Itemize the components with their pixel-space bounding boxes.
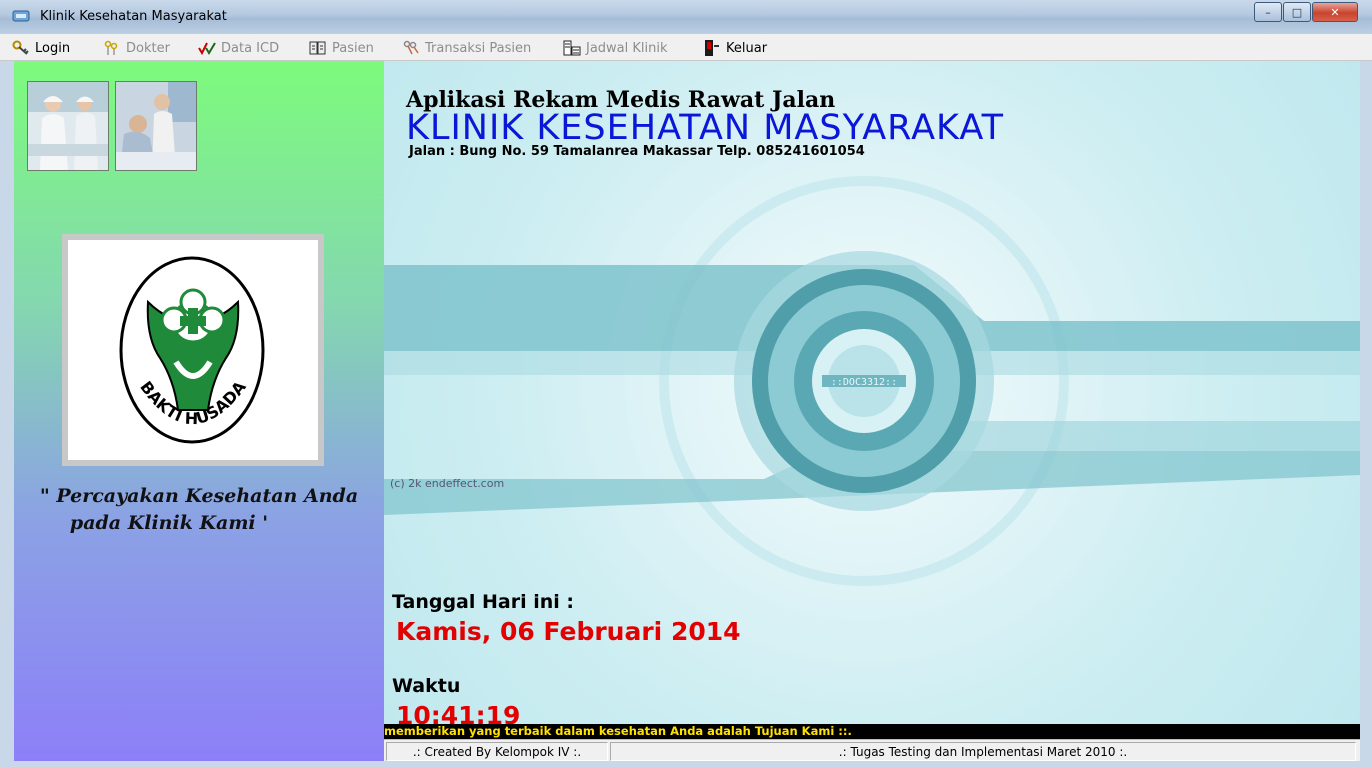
status-bar: .: Created By Kelompok IV :. .: Tugas Te… <box>384 739 1360 762</box>
wallpaper-credit: (c) 2k endeffect.com <box>390 477 505 490</box>
patient-photo <box>115 81 197 171</box>
status-panel-right: .: Tugas Testing dan Implementasi Maret … <box>610 742 1356 761</box>
menu-dokter[interactable]: Dokter <box>103 39 170 57</box>
menu-login-label: Login <box>35 40 71 56</box>
window-border-right <box>1360 61 1372 761</box>
date-value: Kamis, 06 Februari 2014 <box>396 617 741 646</box>
window-border-left <box>0 61 14 761</box>
logo-card: BAKTI HUSADA <box>62 234 324 466</box>
schedule-icon <box>563 40 581 56</box>
menu-transaksi-pasien-label: Transaksi Pasien <box>425 40 532 56</box>
menu-jadwal-klinik-label: Jadwal Klinik <box>586 40 668 56</box>
checkmarks-icon <box>198 42 216 56</box>
menu-pasien-label: Pasien <box>332 40 374 56</box>
bakti-husada-logo: BAKTI HUSADA <box>119 256 265 444</box>
book-icon <box>309 41 326 55</box>
main-panel: ::DOC3312:: Aplikasi Rekam Medis Rawat J… <box>384 61 1360 724</box>
svg-text:::DOC3312::: ::DOC3312:: <box>831 377 897 388</box>
menu-jadwal-klinik[interactable]: Jadwal Klinik <box>563 39 668 57</box>
menu-dokter-label: Dokter <box>126 40 170 56</box>
nurse-photo <box>27 81 109 171</box>
clinic-name: KLINIK KESEHATAN MASYARAKAT <box>406 108 1004 148</box>
keys-icon <box>104 40 118 55</box>
time-label: Waktu <box>392 675 461 697</box>
door-icon <box>705 40 719 56</box>
key-icon <box>12 40 29 55</box>
motto-line-1: " Percayakan Kesehatan Anda <box>39 485 359 507</box>
title-bar[interactable]: Klinik Kesehatan Masyarakat – □ ✕ <box>0 0 1372 35</box>
status-panel-left: .: Created By Kelompok IV :. <box>386 742 608 761</box>
menu-transaksi-pasien[interactable]: Transaksi Pasien <box>402 39 531 57</box>
menu-bar: Login Dokter Data ICD Pasien Transaksi P… <box>0 34 1372 61</box>
left-panel: BAKTI HUSADA " Percayakan Kesehatan Anda… <box>14 61 384 761</box>
menu-keluar[interactable]: Keluar <box>703 39 767 57</box>
window-title: Klinik Kesehatan Masyarakat <box>40 9 227 24</box>
date-label: Tanggal Hari ini : <box>392 591 574 613</box>
minimize-button[interactable]: – <box>1254 2 1282 22</box>
menu-login[interactable]: Login <box>12 39 70 57</box>
menu-data-icd-label: Data ICD <box>221 40 280 56</box>
application-window: Klinik Kesehatan Masyarakat – □ ✕ Login … <box>0 0 1372 767</box>
clinic-address: Jalan : Bung No. 59 Tamalanrea Makassar … <box>409 144 865 159</box>
motto-line-2: pada Klinik Kami ' <box>69 512 269 534</box>
marquee-banner: memberikan yang terbaik dalam kesehatan … <box>384 724 1360 739</box>
close-button[interactable]: ✕ <box>1312 2 1358 22</box>
menu-data-icd[interactable]: Data ICD <box>198 39 279 57</box>
window-border-bottom <box>0 761 1372 767</box>
app-icon <box>12 10 30 22</box>
maximize-button[interactable]: □ <box>1283 2 1311 22</box>
window-controls: – □ ✕ <box>1253 2 1358 22</box>
menu-keluar-label: Keluar <box>726 40 768 56</box>
time-value: 10:41:19 <box>396 701 521 724</box>
menu-pasien[interactable]: Pasien <box>309 39 374 57</box>
marquee-text: memberikan yang terbaik dalam kesehatan … <box>384 724 852 738</box>
keys-icon <box>403 40 419 55</box>
